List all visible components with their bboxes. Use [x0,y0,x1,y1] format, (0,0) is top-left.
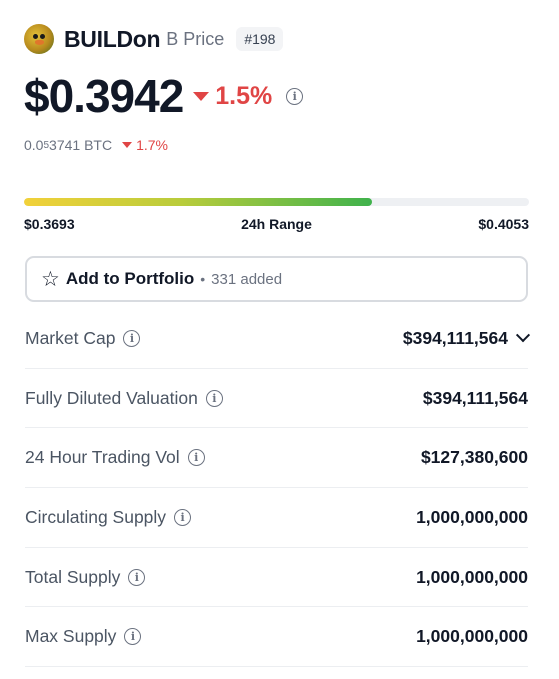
stat-value: $127,380,600 [420,447,528,468]
down-triangle-icon [193,91,210,101]
stat-value: $394,111,564 [402,327,531,349]
chevron-down-icon[interactable] [515,328,531,343]
24h-range-fill [24,198,373,206]
24h-range-labels: $0.3693 24h Range $0.4053 [24,216,529,232]
btc-price-digits: 3741 BTC [49,137,113,153]
stat-row-total-supply: Total Supply i 1,000,000,000 [25,548,528,608]
stat-row-fdv: Fully Diluted Valuation i $394,111,564 [25,369,528,429]
stat-label-text: Max Supply [25,626,117,647]
info-icon[interactable]: i [123,329,141,347]
stat-label-text: Circulating Supply [25,506,167,527]
stat-row-max-supply: Max Supply i 1,000,000,000 [25,607,528,668]
stat-label-text: Market Cap [25,327,116,348]
info-icon[interactable]: i [286,87,304,105]
info-icon[interactable]: i [174,508,192,526]
stat-value: $394,111,564 [422,387,528,408]
stats-table: Market Cap i $394,111,564 Fully Diluted … [25,309,531,668]
price-change-value: 1.5% [215,81,273,110]
info-icon[interactable]: i [124,628,142,646]
stat-label-text: 24 Hour Trading Vol [25,447,180,468]
btc-change: 1.7% [122,137,168,153]
24h-range-bar [24,198,529,206]
stat-label: Circulating Supply i [25,506,192,528]
price-change: 1.5% [193,82,272,111]
portfolio-added-count: 331 added [211,270,283,288]
stat-label: Market Cap i [25,327,141,349]
price-row: $0.3942 1.5% i [24,68,304,124]
add-to-portfolio-button[interactable]: ☆ Add to Portfolio • 331 added [25,256,528,302]
info-icon[interactable]: i [205,389,223,407]
stat-label: 24 Hour Trading Vol i [25,447,205,468]
coin-header: BUILDon B Price #198 [24,22,284,56]
stat-row-trading-vol: 24 Hour Trading Vol i $127,380,600 [25,428,528,489]
btc-price-prefix: 0.0 [24,137,44,153]
portfolio-label: Add to Portfolio [65,269,195,288]
info-icon[interactable]: i [128,568,146,586]
stat-label-text: Total Supply [25,566,121,587]
separator-dot: • [200,271,206,287]
stat-value-text: $394,111,564 [402,327,508,348]
stat-label: Total Supply i [25,566,146,588]
stat-label-text: Fully Diluted Valuation [25,387,198,408]
current-price: $0.3942 [24,70,184,122]
rank-badge: #198 [236,27,284,51]
range-high: $0.4053 [478,216,529,232]
down-triangle-icon [122,142,133,148]
coin-name: BUILDon [64,25,161,52]
btc-price-row: 0.0 5 3741 BTC 1.7% [24,137,168,153]
stat-value: 1,000,000,000 [416,566,528,587]
stat-label: Fully Diluted Valuation i [25,388,223,409]
stat-row-circulating-supply: Circulating Supply i 1,000,000,000 [25,488,528,548]
star-icon: ☆ [41,267,60,291]
stat-value: 1,000,000,000 [416,506,528,527]
coin-logo [24,24,54,54]
stat-row-market-cap[interactable]: Market Cap i $394,111,564 [25,309,531,369]
btc-change-value: 1.7% [136,137,168,153]
range-label: 24h Range [241,216,312,232]
info-icon[interactable]: i [187,449,205,467]
coin-price-subtitle: B Price [166,28,225,49]
stat-label: Max Supply i [25,626,142,647]
stat-value: 1,000,000,000 [416,626,528,647]
range-low: $0.3693 [24,216,75,232]
